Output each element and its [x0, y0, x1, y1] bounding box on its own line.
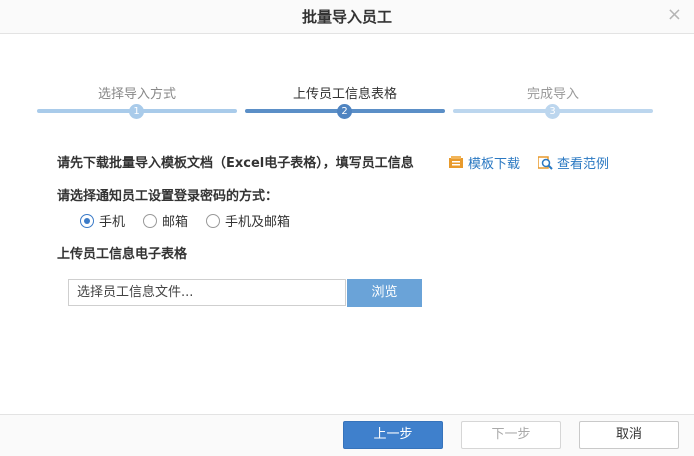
notify-method-group: 手机 邮箱 手机及邮箱	[80, 211, 308, 230]
browse-button[interactable]: 浏览	[347, 279, 422, 307]
radio-phone-label: 手机	[99, 215, 126, 230]
radio-phone[interactable]: 手机	[80, 211, 125, 230]
radio-email[interactable]: 邮箱	[143, 211, 188, 230]
file-select-input[interactable]: 选择员工信息文件...	[68, 279, 346, 306]
template-file-icon	[449, 156, 463, 168]
upload-label: 上传员工信息电子表格	[57, 247, 188, 262]
view-example-link[interactable]: 查看范例	[538, 153, 609, 172]
step-2-number: 2	[337, 104, 352, 119]
view-example-label: 查看范例	[557, 157, 610, 172]
template-download-label: 模板下载	[468, 157, 521, 172]
step-1-label: 选择导入方式	[97, 87, 176, 102]
cancel-button[interactable]: 取消	[579, 421, 679, 449]
step-1-number: 1	[129, 104, 144, 119]
radio-phone-indicator[interactable]	[80, 213, 94, 228]
close-icon[interactable]: ×	[667, 5, 682, 25]
radio-email-label: 邮箱	[162, 215, 189, 230]
dialog-titlebar: 批量导入员工 ×	[0, 0, 694, 34]
step-3-label: 完成导入	[526, 87, 579, 102]
next-step-button[interactable]: 下一步	[461, 421, 561, 449]
template-download-link[interactable]: 模板下载	[449, 153, 520, 172]
prev-step-button[interactable]: 上一步	[343, 421, 443, 449]
step-2-label: 上传员工信息表格	[292, 87, 397, 102]
step-3-number: 3	[545, 104, 560, 119]
download-instruction: 请先下载批量导入模板文档（Excel电子表格），填写员工信息	[57, 156, 414, 171]
dialog-title: 批量导入员工	[301, 8, 392, 26]
notify-method-label: 请选择通知员工设置登录密码的方式：	[57, 189, 279, 204]
magnifier-icon	[538, 155, 553, 170]
radio-email-indicator[interactable]	[143, 213, 158, 228]
radio-phone-and-email-indicator[interactable]	[206, 213, 221, 228]
radio-phone-and-email[interactable]: 手机及邮箱	[206, 211, 290, 230]
radio-phone-and-email-label: 手机及邮箱	[225, 215, 291, 230]
